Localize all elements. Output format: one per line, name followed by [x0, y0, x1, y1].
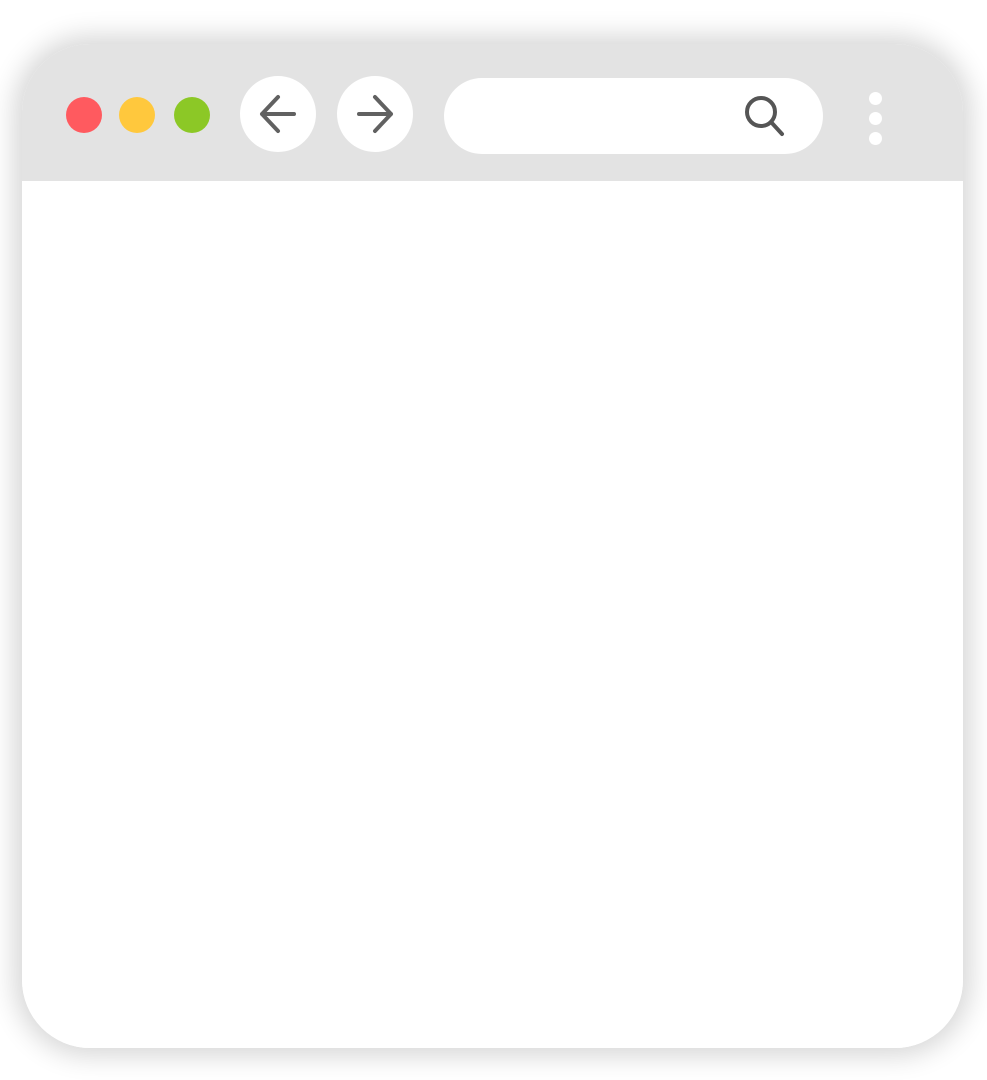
back-button[interactable]: [240, 76, 316, 152]
maximize-window-button[interactable]: [174, 97, 210, 133]
page-content-area: [22, 181, 963, 1048]
kebab-menu-icon: [869, 92, 882, 105]
close-window-button[interactable]: [66, 97, 102, 133]
forward-button[interactable]: [337, 76, 413, 152]
address-input[interactable]: [474, 78, 734, 154]
minimize-window-button[interactable]: [119, 97, 155, 133]
kebab-menu-icon-dot: [869, 132, 882, 145]
more-options-button[interactable]: [860, 88, 892, 148]
address-bar[interactable]: [444, 78, 823, 154]
kebab-menu-icon-dot: [869, 112, 882, 125]
arrow-right-icon: [357, 95, 393, 133]
browser-toolbar: [22, 44, 963, 181]
browser-window: [22, 44, 963, 1048]
arrow-left-icon: [260, 95, 296, 133]
search-icon[interactable]: [740, 92, 790, 142]
